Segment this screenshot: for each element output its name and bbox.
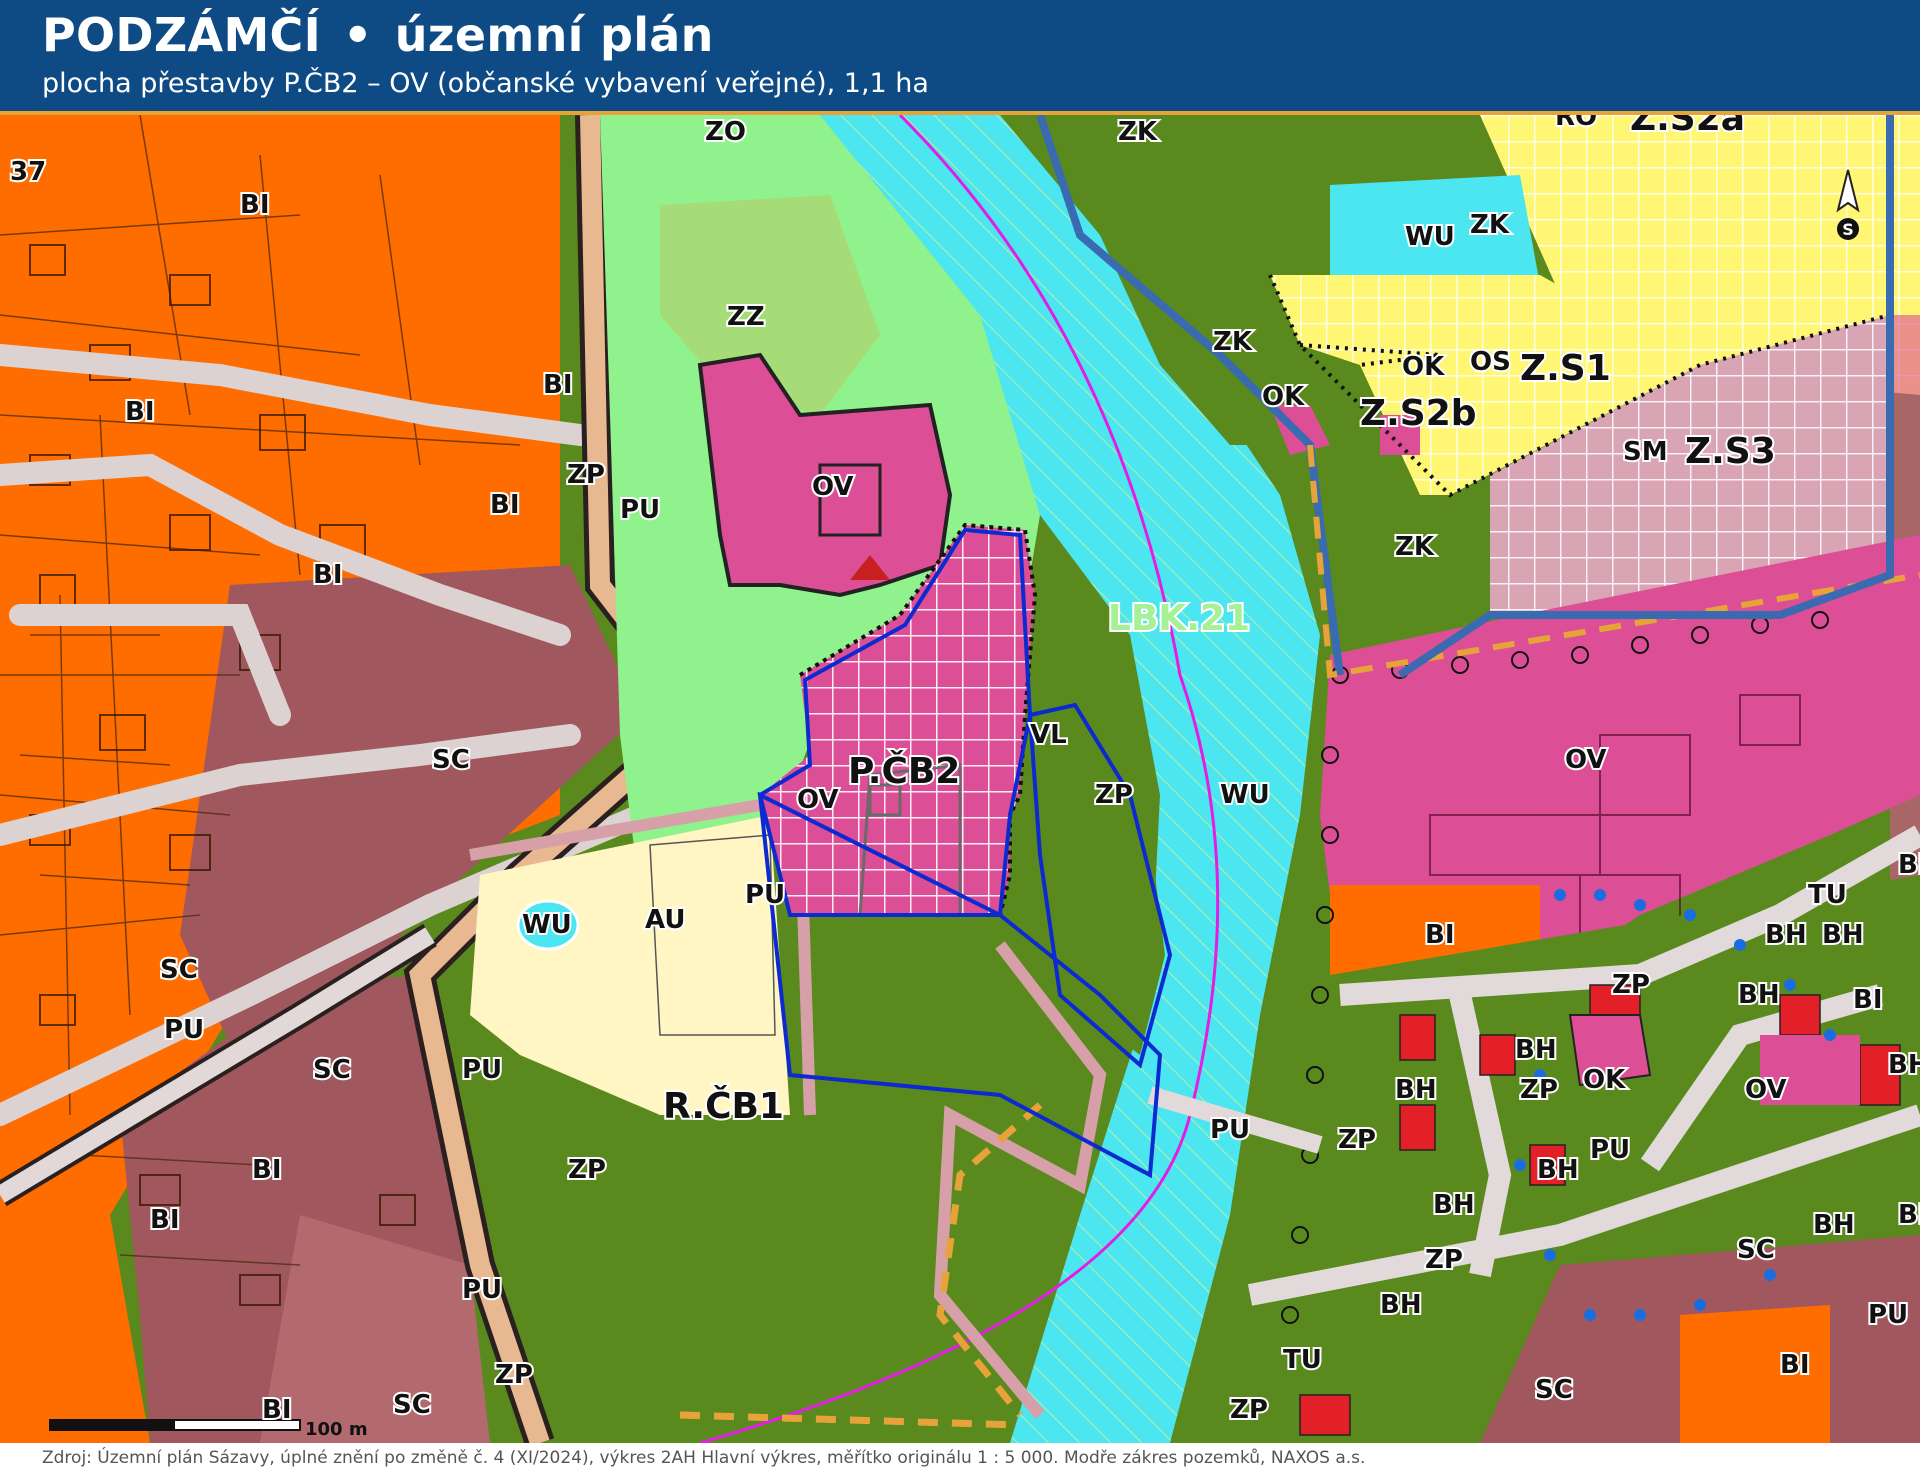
label-ov-focus: OV <box>797 785 839 815</box>
label-zk-mid: ZK <box>1213 327 1253 357</box>
label-sm: SM <box>1623 437 1668 467</box>
label-ok1: OK <box>1402 352 1445 382</box>
label-zo: ZO <box>705 117 746 147</box>
label-zk-top: ZK <box>1118 117 1158 147</box>
label-sc3: SC <box>313 1055 351 1085</box>
scale-label: 100 m <box>305 1419 368 1440</box>
label-bi8: BI <box>262 1395 292 1425</box>
label-ro: RO <box>1555 115 1597 132</box>
label-bh1: BH <box>1765 920 1807 950</box>
label-au: AU <box>645 905 685 935</box>
label-zs3: Z.S3 <box>1685 431 1776 472</box>
label-bi6: BI <box>252 1155 282 1185</box>
label-bh5: BH <box>1515 1035 1557 1065</box>
label-pu6: PU <box>1868 1300 1908 1330</box>
source-note: Zdroj: Územní plán Sázavy, úplné znění p… <box>42 1448 1366 1468</box>
label-bh4: BH <box>1898 850 1920 880</box>
label-pu2: PU <box>164 1015 204 1045</box>
label-bi2: BI <box>125 397 155 427</box>
label-zp5: ZP <box>1338 1125 1376 1155</box>
document-name: územní plán <box>394 8 714 62</box>
label-ov-east: OV <box>1565 745 1607 775</box>
label-zp-river: ZP <box>1095 780 1133 810</box>
label-ov-castle: OV <box>812 472 854 502</box>
label-bh3: BH <box>1738 980 1780 1010</box>
north-symbol: S <box>1842 220 1854 239</box>
label-bh11: BH <box>1888 1050 1920 1080</box>
label-sc5: SC <box>1535 1375 1573 1405</box>
label-bh7: BH <box>1537 1155 1579 1185</box>
label-sc1: SC <box>432 745 470 775</box>
label-zs1: Z.S1 <box>1520 348 1611 389</box>
land-use-map[interactable]: 100 m S 37 ZO ZK RO Z.S2a WU ZK ZK OK OS… <box>0 115 1920 1443</box>
label-zp4: ZP <box>495 1360 533 1390</box>
title-separator: • <box>343 8 373 62</box>
label-bi4: BI <box>490 490 520 520</box>
label-ok3: OK <box>1583 1065 1626 1095</box>
label-os: OS <box>1470 347 1511 377</box>
label-pu3: PU <box>462 1055 502 1085</box>
label-tu2: TU <box>1283 1345 1322 1375</box>
label-bh6: BH <box>1395 1075 1437 1105</box>
label-zp8: ZP <box>1425 1245 1463 1275</box>
label-bh9: BH <box>1380 1290 1422 1320</box>
label-zk-ne: ZK <box>1470 210 1510 240</box>
label-zk-right: ZK <box>1395 532 1435 562</box>
label-lbk: LBK.21 <box>1108 598 1250 639</box>
label-bi1: BI <box>240 190 270 220</box>
label-vl: VL <box>1030 720 1067 750</box>
label-focus-pcb2: P.ČB2 <box>848 750 960 792</box>
label-zs2b: Z.S2b <box>1360 393 1477 434</box>
label-wu-pond: WU <box>522 910 572 940</box>
label-wu-ne: WU <box>1405 222 1455 252</box>
label-num37: 37 <box>10 157 46 187</box>
label-pu5: PU <box>1590 1135 1630 1165</box>
label-zp7: ZP <box>1612 970 1650 1000</box>
label-bh2: BH <box>1822 920 1864 950</box>
label-sc2: SC <box>160 955 198 985</box>
label-bh10: BH <box>1813 1210 1855 1240</box>
label-bi-se: BI <box>1853 985 1883 1015</box>
label-rcb1: R.ČB1 <box>663 1085 784 1127</box>
label-sc6: SC <box>1737 1235 1775 1265</box>
label-sc4: SC <box>393 1390 431 1420</box>
map-canvas[interactable]: 100 m S 37 ZO ZK RO Z.S2a WU ZK ZK OK OS… <box>0 115 1920 1443</box>
label-pu4: PU <box>462 1275 502 1305</box>
page-subtitle: plocha přestavby P.ČB2 – OV (občanské vy… <box>42 68 929 99</box>
label-pu-road: PU <box>620 495 660 525</box>
label-bi3: BI <box>543 370 573 400</box>
label-bi9: BI <box>1780 1350 1810 1380</box>
label-wu-river: WU <box>1220 780 1270 810</box>
label-pu-bridge: PU <box>1210 1115 1250 1145</box>
label-ov-se: OV <box>1745 1075 1787 1105</box>
place-name: PODZÁMČÍ <box>42 8 322 62</box>
label-zp-south: ZP <box>568 1155 606 1185</box>
label-tu1: TU <box>1808 880 1847 910</box>
label-bi5: BI <box>313 560 343 590</box>
page-title: PODZÁMČÍ • územní plán <box>42 8 714 62</box>
label-zs2a: Z.S2a <box>1630 115 1745 139</box>
label-bi7: BI <box>150 1205 180 1235</box>
label-zp9: ZP <box>1230 1395 1268 1425</box>
label-zp6: ZP <box>1520 1075 1558 1105</box>
label-ok2: OK <box>1262 382 1305 412</box>
label-zp-road: ZP <box>567 460 605 490</box>
label-pu-west: PU <box>745 880 785 910</box>
title-bar: PODZÁMČÍ • územní plán plocha přestavby P.… <box>0 0 1920 115</box>
label-bi-far: BI <box>1898 1200 1920 1230</box>
label-bh8: BH <box>1433 1190 1475 1220</box>
label-bi-e: BI <box>1425 920 1455 950</box>
label-zz: ZZ <box>727 302 765 332</box>
